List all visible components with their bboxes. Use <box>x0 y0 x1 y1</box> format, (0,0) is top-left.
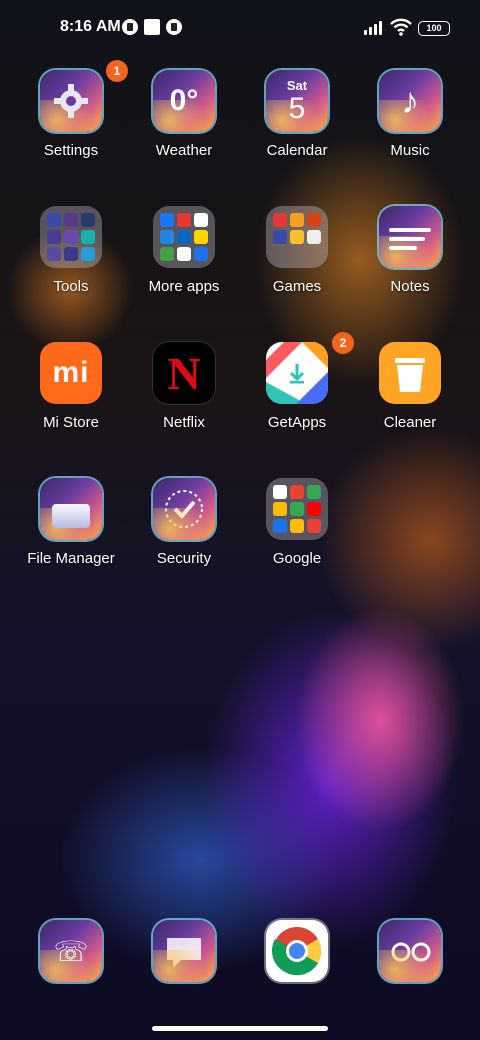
app-security[interactable]: Security <box>129 478 239 588</box>
battery-icon: 100 <box>418 21 450 36</box>
folder-games[interactable]: Games <box>242 206 352 316</box>
weather-temp: 0° <box>169 84 199 117</box>
chrome-icon <box>266 920 328 982</box>
dock-camera[interactable] <box>355 920 465 1030</box>
dock-phone[interactable]: ☏ <box>16 920 126 1030</box>
trash-can-icon <box>379 342 441 404</box>
mi-logo-icon: mi <box>40 342 102 404</box>
camera-icon <box>379 920 441 982</box>
app-file-manager[interactable]: File Manager <box>16 478 126 588</box>
notes-icon <box>379 206 441 268</box>
app-cleaner[interactable]: Cleaner <box>355 342 465 452</box>
app-notes[interactable]: Notes <box>355 206 465 316</box>
getapps-icon <box>266 342 328 404</box>
netflix-logo-text: N <box>167 347 201 399</box>
app-label: File Manager <box>27 550 115 567</box>
home-indicator[interactable] <box>152 1026 328 1031</box>
folder-tools[interactable]: Tools <box>16 206 126 316</box>
gear-icon <box>40 70 102 132</box>
notification-icon <box>144 19 160 35</box>
netflix-logo-icon: N <box>153 342 215 404</box>
signal-icon <box>364 19 386 35</box>
dock: ☏ <box>0 920 480 1000</box>
weather-icon: 0° <box>153 70 215 132</box>
app-calendar[interactable]: Sat 5 Calendar <box>242 70 352 180</box>
status-bar: 8:16 AM 100 <box>0 0 480 56</box>
calendar-date: 5 <box>288 92 306 125</box>
app-label: Weather <box>155 142 213 159</box>
app-label: Notes <box>390 278 430 295</box>
notification-icon <box>122 19 138 35</box>
app-label: Games <box>272 278 322 295</box>
notification-icon <box>166 19 182 35</box>
folder-more-apps[interactable]: More apps <box>129 206 239 316</box>
folder-icon <box>40 206 102 268</box>
folder-icon <box>266 206 328 268</box>
folder-google[interactable]: Google <box>242 478 352 588</box>
app-settings[interactable]: 1 Settings <box>16 60 128 180</box>
app-label: GetApps <box>267 414 327 431</box>
calendar-icon: Sat 5 <box>266 70 328 132</box>
app-label: Tools <box>53 278 89 295</box>
folder-file-icon <box>40 478 102 540</box>
notification-badge: 1 <box>106 60 128 82</box>
app-label: Cleaner <box>383 414 437 431</box>
app-netflix[interactable]: N Netflix <box>129 342 239 452</box>
folder-icon <box>266 478 328 540</box>
wifi-icon <box>390 18 412 36</box>
app-getapps[interactable]: 2 GetApps <box>242 332 354 452</box>
app-label: Mi Store <box>43 414 99 431</box>
app-label: More apps <box>148 278 220 295</box>
shield-check-icon <box>153 478 215 540</box>
message-icon <box>153 920 215 982</box>
mi-logo-text: mi <box>52 356 90 389</box>
app-music[interactable]: ♪ Music <box>355 70 465 180</box>
app-label: Netflix <box>163 414 205 431</box>
notification-badge: 2 <box>332 332 354 354</box>
calendar-day: Sat <box>286 78 308 93</box>
dock-messages[interactable] <box>129 920 239 1030</box>
status-time: 8:16 AM <box>60 18 121 35</box>
app-label: Calendar <box>266 142 328 159</box>
app-weather[interactable]: 0° Weather <box>129 70 239 180</box>
app-label: Music <box>390 142 430 159</box>
app-mi-store[interactable]: mi Mi Store <box>16 342 126 452</box>
music-note-icon: ♪ <box>379 70 441 132</box>
app-label: Security <box>156 550 212 567</box>
dock-chrome[interactable] <box>242 920 352 1030</box>
phone-icon: ☏ <box>40 920 102 982</box>
folder-icon <box>153 206 215 268</box>
app-label: Google <box>272 550 322 567</box>
app-label: Settings <box>43 142 99 159</box>
